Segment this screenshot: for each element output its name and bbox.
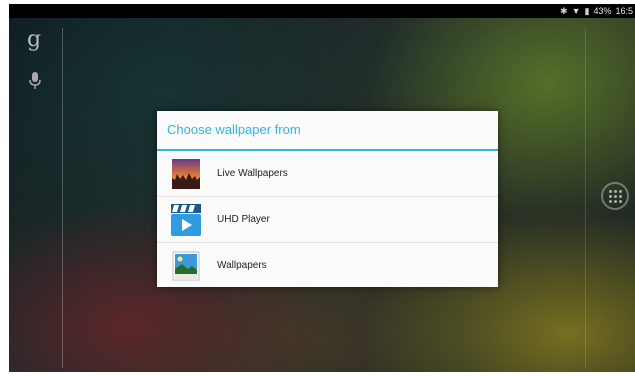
list-item-label: UHD Player xyxy=(217,214,270,225)
status-bar: ✱ ▼ ▮ 43% 16:5 xyxy=(9,4,635,18)
wifi-icon: ▼ xyxy=(571,6,581,16)
home-screen: ✱ ▼ ▮ 43% 16:5 g Choose wallpaper from L… xyxy=(9,4,635,372)
clock: 16:5 xyxy=(615,6,633,16)
wallpaper-chooser-dialog: Choose wallpaper from Live Wallpapers UH… xyxy=(157,111,498,287)
google-search-icon[interactable]: g xyxy=(27,28,41,52)
dock-divider xyxy=(585,28,586,368)
all-apps-button[interactable] xyxy=(601,182,629,210)
live-wallpapers-icon xyxy=(172,158,200,189)
status-icons: ✱ ▼ ▮ 43% 16:5 xyxy=(560,4,633,18)
dialog-title: Choose wallpaper from xyxy=(157,111,498,151)
list-item-wallpapers[interactable]: Wallpapers xyxy=(157,243,498,288)
list-item-uhd-player[interactable]: UHD Player xyxy=(157,197,498,243)
bluetooth-icon: ✱ xyxy=(560,6,568,16)
list-item-live-wallpapers[interactable]: Live Wallpapers xyxy=(157,151,498,197)
all-apps-icon xyxy=(608,189,622,203)
battery-icon: ▮ xyxy=(584,6,590,16)
list-item-label: Wallpapers xyxy=(217,260,267,271)
uhd-player-icon xyxy=(171,203,201,236)
search-bar-divider xyxy=(62,28,63,368)
mic-icon[interactable] xyxy=(29,72,41,90)
list-item-label: Live Wallpapers xyxy=(217,168,288,179)
wallpapers-icon xyxy=(172,251,200,280)
battery-percent: 43% xyxy=(593,6,612,16)
